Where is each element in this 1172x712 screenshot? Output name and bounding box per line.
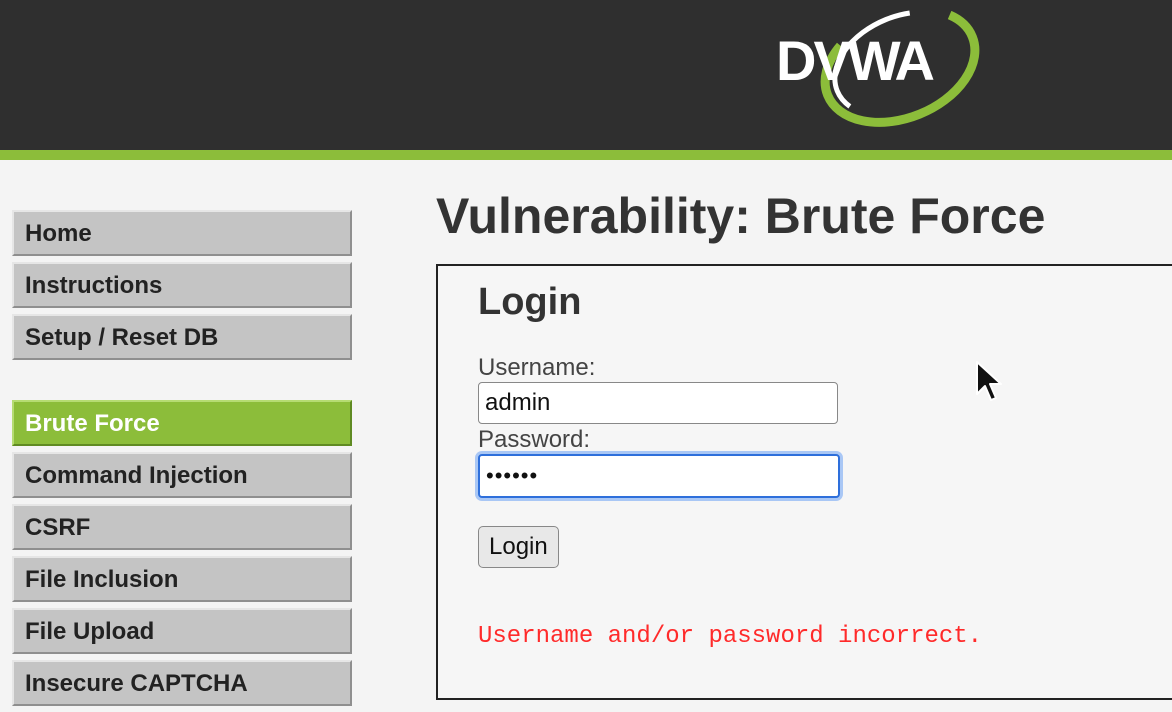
login-button[interactable]: Login xyxy=(478,526,559,568)
sidebar-item-insecure-captcha[interactable]: Insecure CAPTCHA xyxy=(12,660,352,706)
username-label: Username: xyxy=(478,354,596,381)
password-input[interactable] xyxy=(478,454,840,498)
error-message: Username and/or password incorrect. xyxy=(478,623,983,650)
header-bar: DVWA xyxy=(0,0,1172,150)
sidebar-item-brute-force[interactable]: Brute Force xyxy=(12,400,352,446)
menu-group-general: Home Instructions Setup / Reset DB xyxy=(12,210,352,360)
page-title: Vulnerability: Brute Force xyxy=(436,188,1046,244)
header-accent-stripe xyxy=(0,150,1172,160)
password-label: Password: xyxy=(478,426,591,453)
menu-group-vulnerabilities: Brute Force Command Injection CSRF File … xyxy=(12,400,352,706)
dvwa-logo: DVWA xyxy=(770,2,990,130)
sidebar-item-file-upload[interactable]: File Upload xyxy=(12,608,352,654)
login-form-box: Login Username: Password: Login Username… xyxy=(436,264,1172,700)
sidebar-item-csrf[interactable]: CSRF xyxy=(12,504,352,550)
logo-text: DVWA xyxy=(776,29,935,92)
sidebar-item-file-inclusion[interactable]: File Inclusion xyxy=(12,556,352,602)
sidebar-item-setup-reset-db[interactable]: Setup / Reset DB xyxy=(12,314,352,360)
sidebar-item-home[interactable]: Home xyxy=(12,210,352,256)
sidebar-menu: Home Instructions Setup / Reset DB Brute… xyxy=(12,210,352,712)
login-heading: Login xyxy=(478,281,582,323)
sidebar-item-command-injection[interactable]: Command Injection xyxy=(12,452,352,498)
sidebar-item-instructions[interactable]: Instructions xyxy=(12,262,352,308)
username-input[interactable] xyxy=(478,382,838,424)
